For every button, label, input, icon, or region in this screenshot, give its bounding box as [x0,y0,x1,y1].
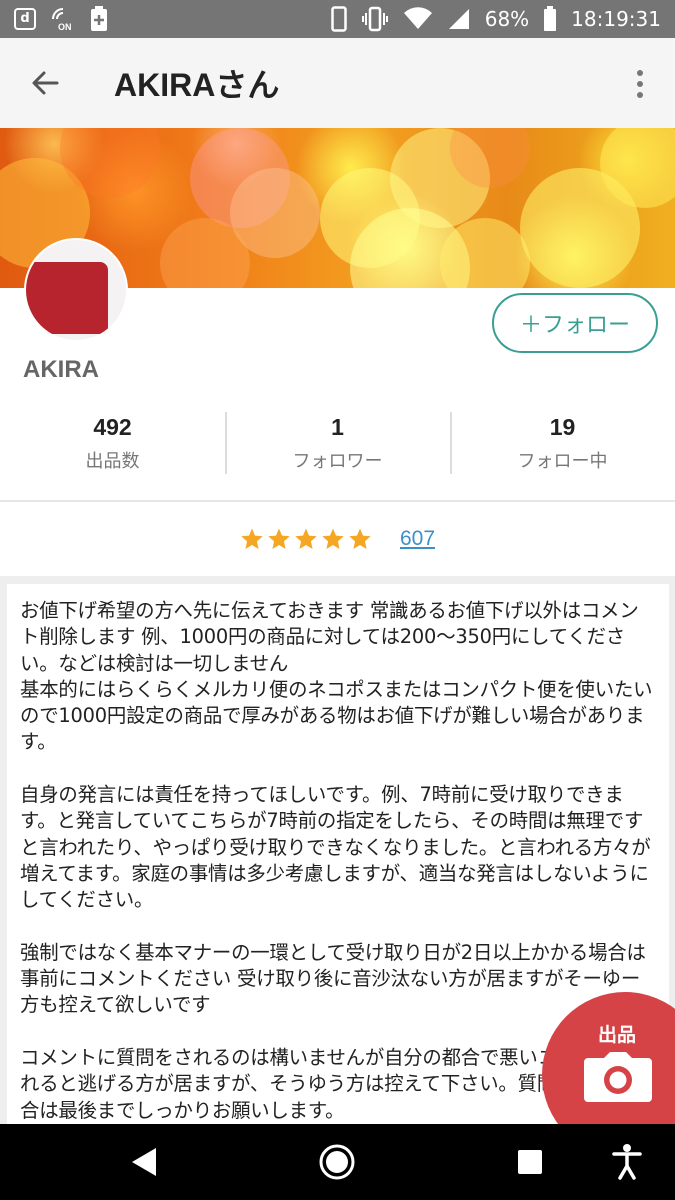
app-bar: AKIRAさん [0,38,675,128]
nfc-on-icon: ON [50,6,76,32]
system-nav-bar [0,1124,675,1200]
arrow-left-icon [32,71,59,95]
stat-value: 1 [331,413,344,440]
avatar[interactable] [24,238,128,342]
more-vert-icon[interactable] [627,66,653,102]
star-icon [241,528,263,549]
home-circle-icon[interactable] [317,1142,357,1182]
sell-fab-label: 出品 [598,1024,637,1046]
stat-label: フォロー中 [517,450,608,472]
status-bar: d ON 68% 18:19:31 [0,0,675,38]
stats-row: 492 出品数 1 フォロワー 19 フォロー中 [0,412,675,474]
rating-count-link[interactable]: 607 [400,527,435,551]
plus-box-icon [90,6,108,32]
wifi-icon [403,7,433,31]
back-button[interactable] [0,38,90,128]
camera-icon [584,1052,652,1106]
stat-followers[interactable]: 1 フォロワー [225,412,450,474]
svg-text:ON: ON [58,22,72,32]
username: AKIRA [23,356,99,383]
stat-listings[interactable]: 492 出品数 [0,412,225,474]
recents-square-icon[interactable] [510,1142,550,1182]
follow-button[interactable]: ＋フォロー [492,293,658,353]
back-triangle-icon[interactable] [124,1142,164,1182]
battery-icon [543,6,557,32]
star-icon [349,528,371,549]
stat-value: 19 [549,413,576,440]
stat-following[interactable]: 19 フォロー中 [450,412,675,474]
accessibility-icon[interactable] [607,1142,647,1182]
stat-label: フォロワー [292,450,383,472]
star-icon [295,528,317,549]
rating-row[interactable]: 607 [0,502,675,576]
page-title: AKIRAさん [114,67,280,103]
clock: 18:19:31 [571,7,661,31]
stat-value: 492 [93,413,132,440]
status-left: d ON [14,6,108,32]
phone-icon [330,6,347,32]
signal-icon [447,7,471,31]
star-icon [322,528,344,549]
status-right: 68% 18:19:31 [330,6,661,32]
star-icon [268,528,290,549]
d-app-icon: d [14,8,36,30]
vibrate-icon [361,6,389,32]
stat-label: 出品数 [85,450,140,472]
rating-stars [240,527,372,551]
battery-percent: 68% [484,7,530,31]
